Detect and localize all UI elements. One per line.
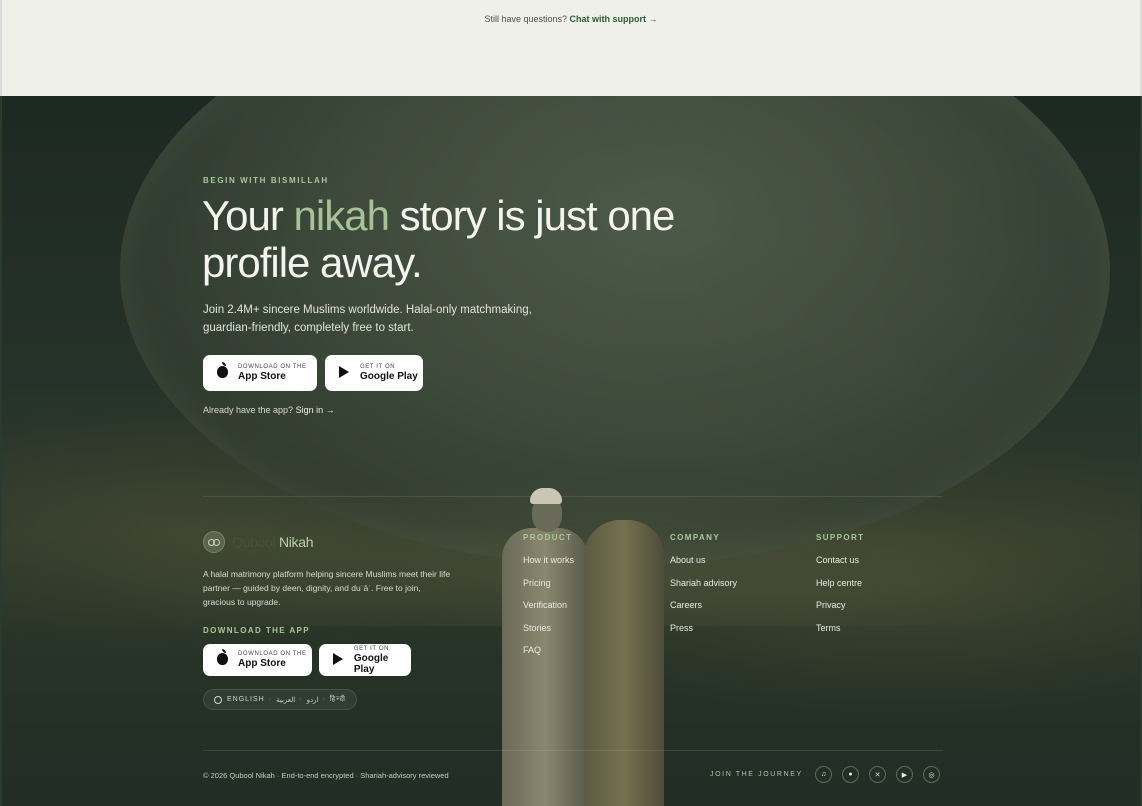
footer-link-how-it-works[interactable]: How it works [523, 555, 574, 566]
footer-link-contact-us[interactable]: Contact us [816, 555, 864, 566]
youtube-icon[interactable]: ▶ [896, 766, 913, 783]
top-help-band: Still have questions? Chat with support … [0, 0, 1142, 96]
language-switcher[interactable]: ENGLISH · العربية · اردو · हिन्दी [203, 689, 357, 710]
footer-link-about-us[interactable]: About us [670, 555, 737, 566]
column-heading: COMPANY [670, 533, 721, 542]
footer-column-support: SUPPORT Contact us Help centre Privacy T… [816, 533, 864, 645]
footer-google-play-small: GET IT ON [353, 645, 390, 652]
apple-icon [215, 648, 229, 668]
footer-link-help-centre[interactable]: Help centre [816, 578, 864, 589]
app-store-big: App Store [238, 371, 286, 382]
google-play-small: GET IT ON [360, 364, 396, 370]
footer-column-product: PRODUCT How it works Pricing Verificatio… [523, 533, 574, 668]
download-app-label: DOWNLOAD THE APP [203, 626, 310, 635]
lang-english[interactable]: ENGLISH [227, 696, 265, 703]
footer-link-verification[interactable]: Verification [523, 600, 574, 611]
footer-google-play-button[interactable]: GET IT ON Google Play [319, 644, 411, 676]
headline-accent: nikah [293, 192, 390, 239]
brand-description: A halal matrimony platform helping since… [203, 569, 451, 607]
signin-prefix: Already have the app? [203, 405, 296, 415]
footer-link-faq[interactable]: FAQ [523, 645, 574, 656]
instagram-icon[interactable]: ◎ [923, 766, 940, 783]
brand-name-part1: Qubool [232, 534, 279, 550]
hero-section: BEGIN WITH BISMILLAH Your nikah story is… [2, 96, 1140, 806]
column-heading: SUPPORT [816, 533, 865, 542]
footer-divider [203, 496, 943, 497]
play-icon [337, 365, 351, 381]
hero-app-store-button[interactable]: DOWNLOAD ON THE App Store [203, 355, 317, 391]
footer-link-careers[interactable]: Careers [670, 600, 737, 611]
hero-subtext: Join 2.4M+ sincere Muslims worldwide. Ha… [203, 304, 532, 334]
x-icon[interactable]: ✕ [869, 766, 886, 783]
google-play-text: GET IT ON Google Play [360, 364, 418, 382]
lang-arabic[interactable]: العربية [276, 696, 295, 704]
apple-icon [215, 361, 229, 381]
app-store-text: DOWNLOAD ON THE App Store [238, 364, 307, 382]
footer-link-shariah-advisory[interactable]: Shariah advisory [670, 578, 737, 589]
footer-brand[interactable]: Qubool Nikah [203, 531, 314, 553]
copyright-text: © 2026 Qubool Nikah · End-to-end encrypt… [203, 771, 449, 780]
join-journey-label: JOIN THE JOURNEY [710, 771, 803, 778]
globe-icon [214, 695, 222, 704]
hero-content: BEGIN WITH BISMILLAH Your nikah story is… [2, 96, 1140, 806]
signin-link[interactable]: Sign in → [296, 405, 335, 415]
mic-icon[interactable]: ● [842, 766, 859, 783]
column-heading: PRODUCT [523, 533, 573, 542]
app-store-small: DOWNLOAD ON THE [238, 364, 307, 370]
headline-part1: Your [202, 192, 294, 239]
footer-app-store-big: App Store [238, 658, 286, 669]
footer-link-press[interactable]: Press [670, 623, 737, 634]
hero-eyebrow: BEGIN WITH BISMILLAH [203, 176, 329, 185]
music-icon[interactable]: ♫ [815, 766, 832, 783]
footer-link-stories[interactable]: Stories [523, 623, 574, 634]
google-play-big: Google Play [360, 371, 418, 382]
lang-hindi[interactable]: हिन्दी [330, 695, 346, 704]
hero-google-play-button[interactable]: GET IT ON Google Play [325, 355, 423, 391]
brand-name: Qubool Nikah [232, 534, 314, 550]
rings-icon [203, 531, 225, 553]
help-question: Still have questions? [484, 14, 568, 24]
lang-urdu[interactable]: اردو [307, 696, 319, 704]
footer-column-company: COMPANY About us Shariah advisory Career… [670, 533, 737, 645]
hero-headline: Your nikah story is just one profile awa… [202, 192, 682, 286]
help-prompt: Still have questions? Chat with support … [2, 14, 1140, 24]
footer-link-privacy[interactable]: Privacy [816, 600, 864, 611]
footer-bottom-divider [203, 750, 943, 751]
brand-name-part2: Nikah [278, 534, 314, 550]
play-icon [331, 652, 345, 668]
footer-google-play-text: GET IT ON Google Play [354, 646, 411, 675]
footer-link-pricing[interactable]: Pricing [523, 578, 574, 589]
footer-link-terms[interactable]: Terms [816, 623, 864, 634]
footer-google-play-big: Google Play [353, 652, 389, 675]
footer-app-store-small: DOWNLOAD ON THE [238, 651, 307, 657]
signin-prompt: Already have the app? Sign in → [203, 405, 335, 415]
footer-app-store-text: DOWNLOAD ON THE App Store [238, 651, 307, 669]
chat-with-support-link[interactable]: Chat with support → [570, 14, 658, 24]
footer-app-store-button[interactable]: DOWNLOAD ON THE App Store [203, 644, 312, 676]
